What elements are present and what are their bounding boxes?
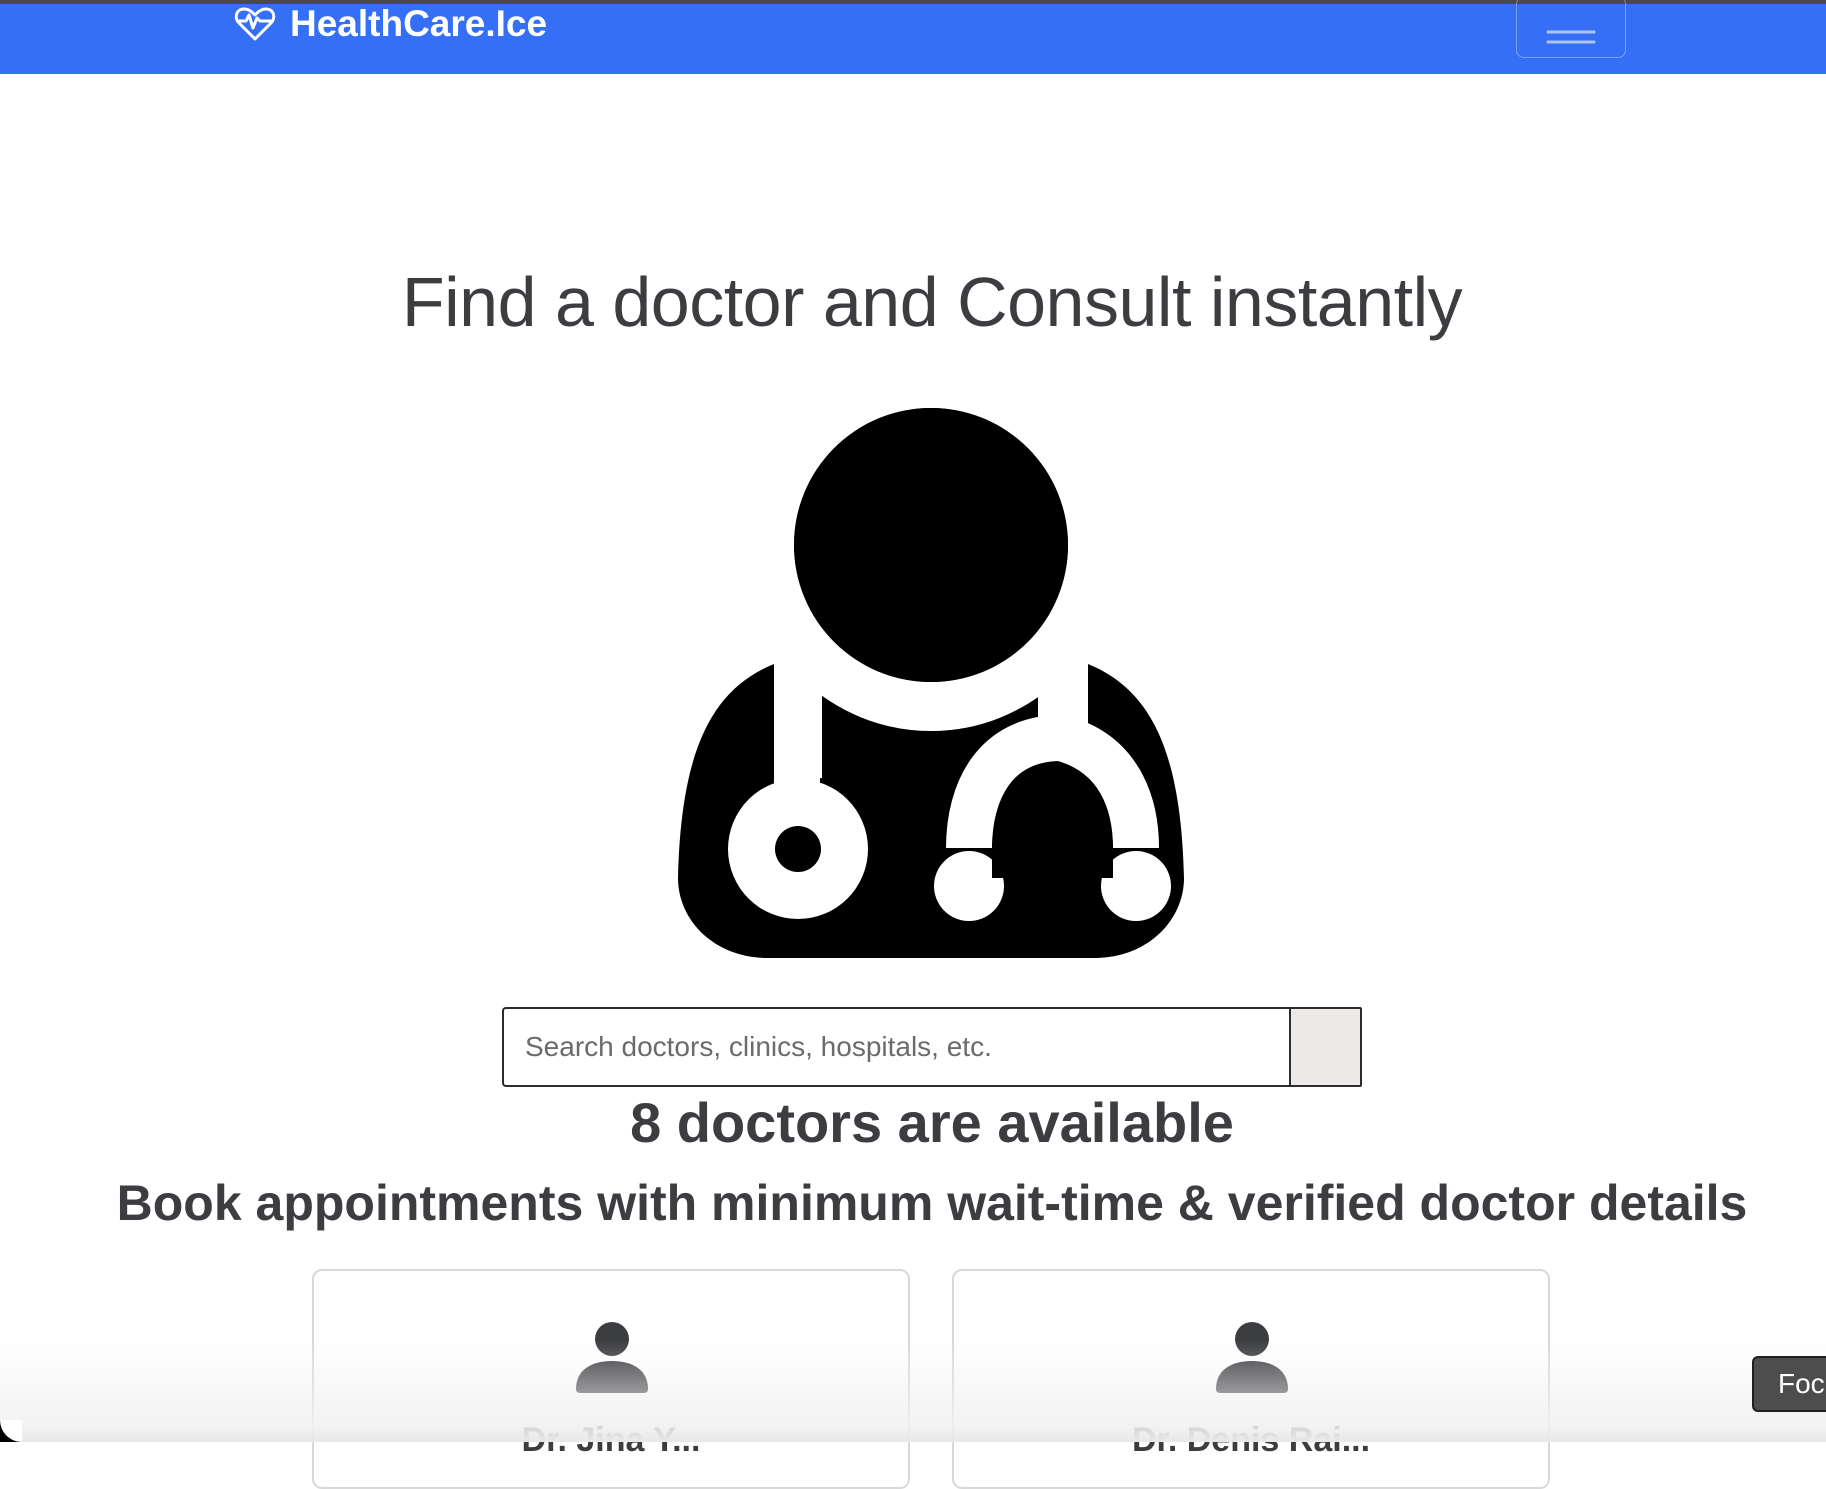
page-subtitle: Book appointments with minimum wait-time… [116,1175,1748,1231]
search-bar [502,1007,1362,1087]
search-input[interactable] [502,1007,1289,1087]
page-title: Find a doctor and Consult instantly [401,263,1463,341]
heart-pulse-icon [234,7,276,41]
focus-button[interactable]: Focus [1752,1356,1826,1412]
brand-link[interactable]: HealthCare.Ice [234,4,547,44]
doctor-name: Dr. Jina Y... [521,1421,701,1459]
user-icon [1216,1322,1288,1393]
doctors-available-count: 8 doctors are available [630,1091,1234,1154]
user-icon [576,1322,648,1393]
navbar-toggle-button[interactable] [1516,0,1626,58]
doctor-card[interactable]: Dr. Denis Rai... [952,1269,1550,1489]
doctor-name: Dr. Denis Rai... [1131,1421,1371,1459]
navbar: HealthCare.Ice [0,0,1826,74]
doctor-stethoscope-icon [678,408,1184,958]
bottom-fade-overlay [0,1340,1826,1442]
brand-name: HealthCare.Ice [290,3,548,44]
doctor-card[interactable]: Dr. Jina Y... [312,1269,910,1489]
search-button[interactable] [1289,1007,1362,1087]
hamburger-menu-icon [1546,30,1596,44]
